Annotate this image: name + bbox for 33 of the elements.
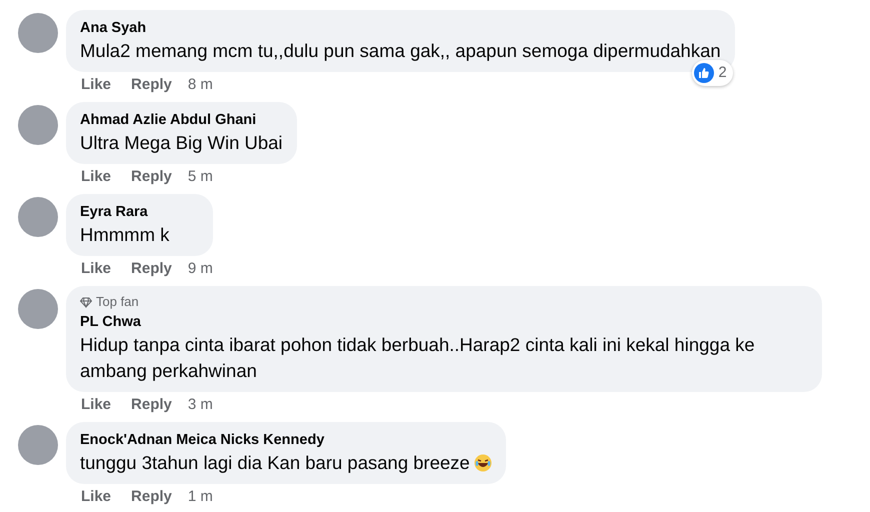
reaction-count[interactable]: 2 (692, 60, 733, 86)
action-link[interactable]: Like (81, 168, 112, 185)
top-fan-label: Top fan (96, 294, 139, 310)
author-name[interactable]: Ahmad Azlie Abdul Ghani (80, 110, 283, 130)
avatar[interactable] (18, 197, 58, 237)
avatar[interactable] (18, 13, 58, 53)
author-name[interactable]: PL Chwa (80, 312, 808, 332)
comment-text: Hidup tanpa cinta ibarat pohon tidak berbuah..Harap2 cinta kali ini kekal hingga ke ambang perkahwinan (80, 333, 756, 383)
comment-time[interactable]: 5 m (188, 168, 213, 185)
avatar[interactable] (18, 289, 58, 329)
comment-time[interactable]: 9 m (188, 260, 213, 277)
avatar[interactable] (18, 105, 58, 145)
comment-time[interactable]: 1 m (188, 488, 213, 505)
action-link[interactable]: Reply (131, 76, 172, 93)
comment-text: Hmmmm k (80, 223, 170, 247)
comment-time[interactable]: 3 m (188, 396, 213, 413)
comment-text: Ultra Mega Big Win Ubai (80, 131, 283, 155)
action-link[interactable]: Like (81, 260, 112, 277)
action-link[interactable]: Like (81, 488, 112, 505)
avatar[interactable] (18, 425, 58, 465)
author-name[interactable]: Eyra Rara (80, 202, 199, 222)
diamond-icon (80, 296, 92, 308)
author-name[interactable]: Ana Syah (80, 18, 721, 38)
action-link[interactable]: Reply (131, 488, 172, 505)
action-link[interactable]: Reply (131, 260, 172, 277)
thumbs-up-icon (694, 62, 714, 83)
comment-text: tunggu 3tahun lagi dia Kan baru pasang breeze (80, 450, 492, 476)
action-link[interactable]: Reply (131, 396, 172, 413)
action-link[interactable]: Like (81, 396, 112, 413)
comment-time[interactable]: 8 m (188, 76, 213, 93)
action-link[interactable]: Like (81, 76, 112, 93)
author-name[interactable]: Enock'Adnan Meica Nicks Kennedy (80, 430, 492, 450)
action-link[interactable]: Reply (131, 168, 172, 185)
